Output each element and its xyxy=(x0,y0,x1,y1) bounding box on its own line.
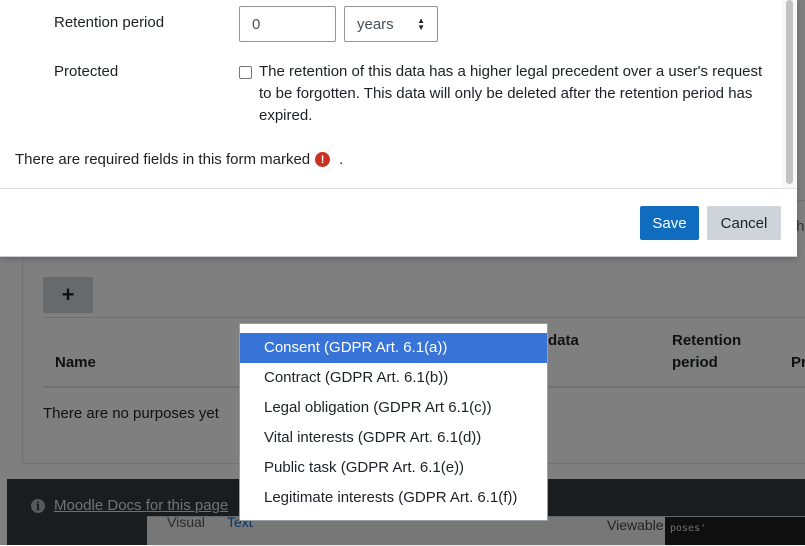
required-note-end: . xyxy=(339,151,344,168)
protected-description: The retention of this data has a higher … xyxy=(259,63,763,124)
lawful-bases-dropdown: Consent (GDPR Art. 6.1(a)) Contract (GDP… xyxy=(239,323,548,521)
dropdown-option-consent[interactable]: Consent (GDPR Art. 6.1(a)) xyxy=(240,333,547,363)
retention-period-label: Retention period xyxy=(54,14,165,31)
required-note-text: There are required fields in this form m… xyxy=(15,151,311,168)
protected-checkbox[interactable] xyxy=(239,66,252,79)
dropdown-option-legal-obligation[interactable]: Legal obligation (GDPR Art 6.1(c)) xyxy=(240,393,547,423)
dropdown-option-public-task[interactable]: Public task (GDPR Art. 6.1(e)) xyxy=(240,453,547,483)
retention-unit-value: years xyxy=(357,15,394,33)
modal-footer-divider xyxy=(0,188,797,189)
purpose-modal: Retention period years ▲▼ Protected The … xyxy=(0,0,797,257)
save-button[interactable]: Save xyxy=(640,206,699,240)
protected-label: Protected xyxy=(54,63,119,80)
dropdown-option-legitimate-interests[interactable]: Legitimate interests (GDPR Art. 6.1(f)) xyxy=(240,483,547,513)
cancel-button[interactable]: Cancel xyxy=(707,206,781,240)
required-fields-note: There are required fields in this form m… xyxy=(15,151,343,168)
dropdown-option-vital-interests[interactable]: Vital interests (GDPR Art. 6.1(d)) xyxy=(240,423,547,453)
retention-period-input[interactable] xyxy=(239,6,336,42)
modal-scrollbar-thumb[interactable] xyxy=(786,0,793,184)
retention-unit-select[interactable]: years ▲ ▼ xyxy=(344,6,438,42)
dropdown-option-contract[interactable]: Contract (GDPR Art. 6.1(b)) xyxy=(240,363,547,393)
required-icon: ! xyxy=(315,152,331,167)
select-arrows-icon: ▲ ▼ xyxy=(417,16,425,32)
